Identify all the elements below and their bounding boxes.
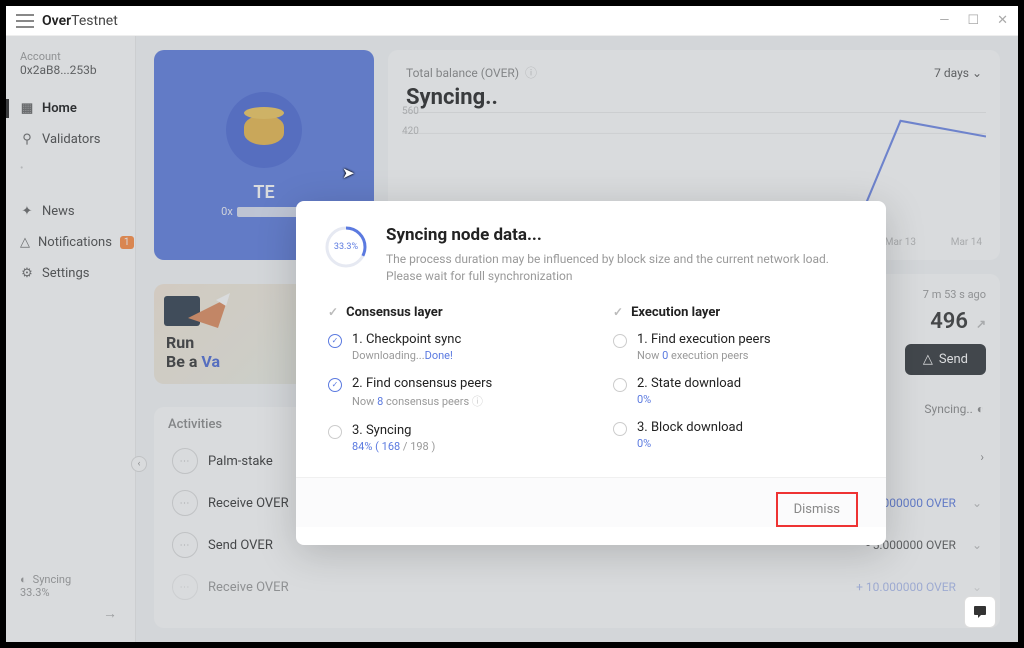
brand-prefix: Over bbox=[42, 13, 71, 29]
sync-step: 3. Block download 0% bbox=[613, 420, 858, 450]
info-icon[interactable]: ⓘ bbox=[472, 395, 483, 408]
sync-step: 2. State download 0% bbox=[613, 376, 858, 406]
step-done-icon bbox=[328, 378, 342, 392]
sync-step: 1. Find execution peers Now 0 execution … bbox=[613, 332, 858, 362]
step-pending-icon bbox=[613, 422, 627, 436]
consensus-layer: ✓ Consensus layer 1. Checkpoint sync Down… bbox=[328, 305, 573, 467]
execution-title: Execution layer bbox=[631, 305, 720, 320]
brand-suffix: Testnet bbox=[71, 13, 118, 29]
dismiss-button[interactable]: Dismiss bbox=[780, 496, 854, 523]
dismiss-highlight: Dismiss bbox=[776, 492, 858, 527]
window-minimize-icon[interactable]: — bbox=[939, 13, 949, 28]
sync-step: 3. Syncing 84% ( 168 / 198 ) bbox=[328, 423, 573, 453]
progress-ring: 33.3% bbox=[324, 225, 368, 269]
consensus-title: Consensus layer bbox=[346, 305, 443, 320]
sync-step: 1. Checkpoint sync Downloading...Done! bbox=[328, 332, 573, 362]
sync-step: 2. Find consensus peers Now 8 consensus … bbox=[328, 376, 573, 409]
hamburger-icon[interactable] bbox=[16, 14, 34, 28]
step-pending-icon bbox=[613, 378, 627, 392]
check-icon: ✓ bbox=[328, 305, 338, 319]
check-icon: ✓ bbox=[613, 305, 623, 319]
execution-layer: ✓ Execution layer 1. Find execution peers… bbox=[613, 305, 858, 467]
modal-title: Syncing node data... bbox=[386, 225, 858, 245]
window-close-icon[interactable]: ✕ bbox=[997, 13, 1008, 28]
sync-modal: 33.3% Syncing node data... The process d… bbox=[296, 201, 886, 545]
progress-pct: 33.3% bbox=[324, 225, 368, 269]
chat-icon bbox=[972, 604, 988, 620]
window-maximize-icon[interactable]: ☐ bbox=[967, 13, 979, 28]
step-pending-icon bbox=[613, 334, 627, 348]
app-title: OverTestnet bbox=[42, 13, 118, 29]
step-done-icon bbox=[328, 334, 342, 348]
modal-subtitle: The process duration may be influenced b… bbox=[386, 251, 858, 285]
step-pending-icon bbox=[328, 425, 342, 439]
titlebar: OverTestnet — ☐ ✕ bbox=[6, 6, 1018, 36]
chat-fab[interactable] bbox=[964, 596, 996, 628]
